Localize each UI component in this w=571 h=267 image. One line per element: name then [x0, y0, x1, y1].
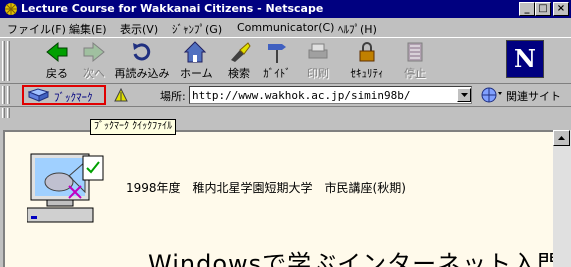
stop-icon — [407, 42, 423, 62]
netscape-app-icon[interactable] — [3, 1, 19, 17]
computer-illustration — [27, 153, 104, 223]
toolbar-grip[interactable] — [2, 108, 5, 118]
guide-label: ｶﾞｲﾄﾞ — [263, 67, 291, 80]
guide-signpost-icon — [268, 44, 286, 63]
maximize-button[interactable]: □ — [535, 2, 551, 16]
toolbar-grip[interactable] — [7, 41, 10, 81]
home-label: ホーム — [180, 67, 213, 80]
chevron-down-icon — [461, 93, 468, 97]
back-arrow-icon — [46, 41, 68, 63]
bookmark-quickfile-tooltip: ﾌﾞｯｸﾏｰｸ ｸｲｯｸﾌｧｲﾙ — [90, 119, 177, 135]
related-sites-icon — [481, 87, 502, 103]
chevron-up-icon — [558, 136, 565, 140]
security-button[interactable]: ｾｷｭﾘﾃｨ — [347, 40, 387, 82]
printer-icon — [308, 43, 328, 59]
stop-button[interactable]: 停止 — [400, 40, 430, 82]
title-bar[interactable]: Lecture Course for Wakkanai Citizens - N… — [0, 0, 571, 18]
search-button[interactable]: 検索 — [224, 40, 254, 82]
search-flashlight-icon — [231, 42, 251, 62]
window-title: Lecture Course for Wakkanai Citizens - N… — [21, 2, 324, 15]
menu-help[interactable]: ﾍﾙﾌﾟ(H) — [338, 21, 377, 37]
bookmark-book-icon — [28, 88, 50, 102]
padlock-icon — [359, 42, 375, 62]
guide-button[interactable]: ｶﾞｲﾄﾞ — [262, 40, 292, 82]
stop-label: 停止 — [404, 67, 426, 80]
print-button[interactable]: 印刷 — [302, 40, 334, 82]
bookmarks-button[interactable]: ﾌﾞｯｸﾏｰｸ — [22, 85, 106, 105]
page-heading: Windowsで学ぶインターネット入門 — [148, 250, 553, 267]
menu-file[interactable]: ファイル(F) — [7, 21, 66, 37]
toolbar-grip[interactable] — [7, 108, 10, 118]
home-icon — [183, 41, 207, 63]
reload-label: 再読み込み — [114, 67, 170, 80]
page-subtitle: 1998年度 稚内北星学園短期大学 市民講座(秋期) — [126, 181, 406, 195]
forward-label: 次へ — [83, 67, 105, 80]
toolbar-grip[interactable] — [2, 86, 5, 104]
close-button[interactable]: × — [553, 2, 569, 16]
reload-button[interactable]: 再読み込み — [111, 40, 173, 82]
menu-edit[interactable]: 編集(E) — [69, 21, 107, 37]
forward-button[interactable]: 次へ — [80, 40, 108, 82]
page-content: 1998年度 稚内北星学園短期大学 市民講座(秋期) Windowsで学ぶインタ… — [3, 130, 553, 267]
search-label: 検索 — [228, 67, 250, 80]
page-proxy-icon[interactable] — [113, 87, 129, 103]
back-label: 戻る — [46, 67, 68, 80]
related-sites-label: 関連サイト — [506, 90, 561, 103]
menu-view[interactable]: 表示(V) — [120, 21, 158, 37]
menu-bar: ファイル(F) 編集(E) 表示(V) ｼﾞｬﾝﾌﾟ(G) Communicat… — [0, 18, 571, 37]
forward-arrow-icon — [83, 41, 105, 63]
minimize-button[interactable]: _ — [519, 2, 535, 16]
netscape-logo-throbber[interactable]: N — [506, 40, 544, 78]
toolbar-grip[interactable] — [7, 86, 10, 104]
home-button[interactable]: ホーム — [180, 40, 213, 82]
navigation-toolbar: 戻る 次へ 再読み込み ホーム 検索 ｶﾞｲﾄﾞ 印刷 ｾｷｭﾘﾃｨ 停止 — [0, 37, 571, 84]
personal-toolbar — [0, 106, 571, 119]
toolbar-grip[interactable] — [2, 41, 5, 81]
bookmarks-label: ﾌﾞｯｸﾏｰｸ — [54, 91, 93, 104]
menu-communicator[interactable]: Communicator(C) — [237, 21, 334, 34]
vertical-scrollbar[interactable] — [553, 130, 571, 267]
print-label: 印刷 — [307, 67, 329, 80]
back-button[interactable]: 戻る — [42, 40, 72, 82]
menu-go[interactable]: ｼﾞｬﾝﾌﾟ(G) — [172, 21, 222, 37]
location-toolbar: ﾌﾞｯｸﾏｰｸ 場所: 関連サイト — [0, 84, 571, 106]
security-label: ｾｷｭﾘﾃｨ — [350, 67, 384, 80]
scroll-up-button[interactable] — [553, 130, 570, 146]
url-dropdown-button[interactable] — [457, 88, 471, 102]
reload-icon — [133, 43, 151, 61]
url-input[interactable] — [189, 86, 472, 104]
location-label: 場所: — [160, 90, 186, 103]
